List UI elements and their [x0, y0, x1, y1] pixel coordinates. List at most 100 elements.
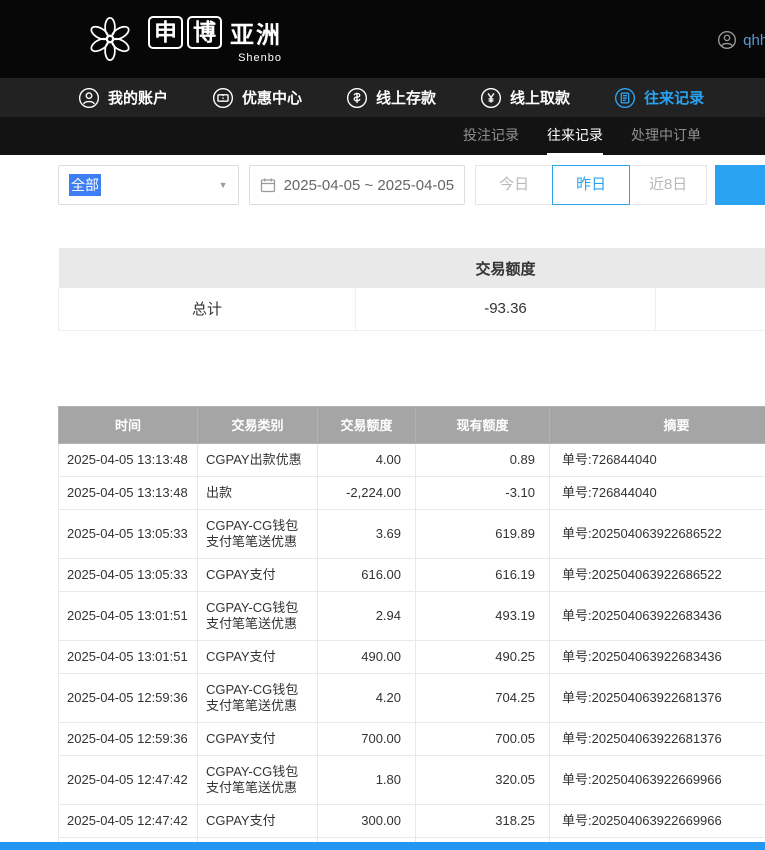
- table-cell: CGPAY出款优惠: [197, 442, 318, 477]
- table-row: 2025-04-05 13:01:51 CGPAY支付 490.00 490.25 单号…: [58, 639, 765, 674]
- table-cell: -3.10: [415, 475, 550, 510]
- type-select-value: 全部: [69, 174, 101, 196]
- table-cell: 单号:202504063922669966: [549, 754, 765, 805]
- nav-item-label: 我的账户: [108, 90, 169, 107]
- table-cell: 490.00: [317, 639, 416, 674]
- table-cell: 2025-04-05 12:59:36: [58, 721, 198, 756]
- table-cell: 2025-04-05 12:59:36: [58, 672, 198, 723]
- nav-item-my-account[interactable]: 我的账户: [78, 87, 168, 109]
- user-icon: [718, 31, 737, 49]
- table-cell: CGPAY-CG钱包支付笔笔送优惠: [197, 508, 318, 559]
- table-cell: 616.00: [317, 557, 416, 592]
- promotion-icon: [212, 87, 234, 108]
- table-row: 2025-04-05 13:05:33 CGPAY-CG钱包支付笔笔送优惠 3.69…: [58, 508, 765, 559]
- nav-item-deposit[interactable]: 线上存款: [346, 87, 436, 109]
- table-cell: 单号:202504063922669966: [549, 803, 765, 838]
- table-cell: 700.05: [415, 721, 550, 756]
- calendar-icon: [260, 178, 275, 193]
- nav-item-label: 优惠中心: [242, 90, 303, 107]
- top-header: 申 博 亚洲 Shenbo qhhw: [0, 0, 765, 78]
- table-cell: CGPAY-CG钱包支付笔笔送优惠: [197, 590, 318, 641]
- nav-item-promotions[interactable]: 优惠中心: [212, 87, 302, 109]
- type-select[interactable]: 全部 ▼: [58, 165, 239, 205]
- table-cell: 单号:202504063922681376: [549, 672, 765, 723]
- table-cell: 单号:202504063922683436: [549, 590, 765, 641]
- transactions-body: 2025-04-05 13:13:48 CGPAY出款优惠 4.00 0.89 单号:7…: [58, 442, 765, 850]
- table-cell: 2025-04-05 12:47:42: [58, 803, 198, 838]
- table-row: 2025-04-05 13:01:51 CGPAY-CG钱包支付笔笔送优惠 2.94…: [58, 590, 765, 641]
- table-row: 2025-04-05 12:59:36 CGPAY支付 700.00 700.05 单号…: [58, 721, 765, 756]
- summary-total-label: 总计: [58, 288, 356, 331]
- brand-logo[interactable]: 申 博 亚洲 Shenbo: [84, 13, 282, 65]
- table-cell: 2025-04-05 13:01:51: [58, 590, 198, 641]
- yesterday-button[interactable]: 昨日: [552, 165, 631, 205]
- user-account[interactable]: qhhw: [717, 30, 765, 50]
- withdraw-icon: [481, 87, 502, 108]
- content: 全部 ▼ 2025-04-05 ~ 2025-04-05 今日 昨日 近8日 交…: [0, 165, 765, 850]
- table-cell: 493.19: [415, 590, 550, 641]
- table-cell: 2025-04-05 13:13:48: [58, 475, 198, 510]
- brand-subtitle: Shenbo: [238, 51, 282, 64]
- table-cell: 616.19: [415, 557, 550, 592]
- brand-suffix: 亚洲: [230, 21, 282, 49]
- table-cell: 2025-04-05 13:01:51: [58, 639, 198, 674]
- summary-total-value: -93.36: [355, 288, 656, 331]
- quick-date-buttons: 今日 昨日 近8日: [475, 165, 708, 205]
- table-cell: 2025-04-05 12:47:42: [58, 754, 198, 805]
- nav-item-label: 线上取款: [510, 90, 571, 107]
- nav-item-label: 往来记录: [644, 90, 705, 107]
- today-button[interactable]: 今日: [475, 165, 554, 205]
- table-cell: -2,224.00: [317, 475, 416, 510]
- table-cell: 1.80: [317, 754, 416, 805]
- table-cell: 619.89: [415, 508, 550, 559]
- nav-item-records[interactable]: 往来记录: [614, 87, 704, 109]
- tab-transaction-records[interactable]: 往来记录: [547, 117, 603, 155]
- table-row: 2025-04-05 13:13:48 CGPAY出款优惠 4.00 0.89 单号:7…: [58, 442, 765, 477]
- tab-processing-orders[interactable]: 处理中订单: [631, 117, 701, 155]
- summary-header-spacer: [58, 248, 356, 288]
- table-cell: 4.00: [317, 442, 416, 477]
- header-time: 时间: [58, 405, 198, 444]
- header-balance: 现有额度: [415, 405, 550, 444]
- table-cell: 4.20: [317, 672, 416, 723]
- table-cell: CGPAY支付: [197, 721, 318, 756]
- table-cell: 300.00: [317, 803, 416, 838]
- search-button[interactable]: [715, 165, 765, 205]
- table-cell: 单号:202504063922686522: [549, 508, 765, 559]
- table-row: 2025-04-05 12:59:36 CGPAY-CG钱包支付笔笔送优惠 4.20…: [58, 672, 765, 723]
- table-cell: CGPAY支付: [197, 639, 318, 674]
- table-cell: CGPAY-CG钱包支付笔笔送优惠: [197, 754, 318, 805]
- last8days-button[interactable]: 近8日: [629, 165, 708, 205]
- date-range-value: 2025-04-05 ~ 2025-04-05: [283, 176, 455, 194]
- main-nav: 我的账户 优惠中心 线上存款 线上取款 往来记录: [0, 78, 765, 117]
- table-cell: 单号:202504063922686522: [549, 557, 765, 592]
- nav-item-withdraw[interactable]: 线上取款: [480, 87, 570, 109]
- table-cell: 单号:726844040: [549, 475, 765, 510]
- summary-header-amount: 交易额度: [355, 248, 656, 288]
- table-cell: 2025-04-05 13:13:48: [58, 442, 198, 477]
- bottom-accent-bar: [0, 842, 765, 850]
- nav-item-label: 线上存款: [376, 90, 437, 107]
- filter-bar: 全部 ▼ 2025-04-05 ~ 2025-04-05 今日 昨日 近8日: [58, 165, 765, 205]
- date-range-input[interactable]: 2025-04-05 ~ 2025-04-05: [248, 165, 466, 205]
- table-cell: 单号:202504063922681376: [549, 721, 765, 756]
- table-cell: CGPAY支付: [197, 557, 318, 592]
- brand-char-1: 申: [148, 15, 183, 49]
- table-cell: 出款: [197, 475, 318, 510]
- table-header-row: 时间 交易类别 交易额度 现有额度 摘要: [58, 405, 765, 444]
- table-cell: 2025-04-05 13:05:33: [58, 557, 198, 592]
- deposit-icon: [346, 87, 368, 108]
- table-row: 2025-04-05 13:13:48 出款 -2,224.00 -3.10 单号:72…: [58, 475, 765, 510]
- table-cell: 0.89: [415, 442, 550, 477]
- user-name: qhhw: [743, 31, 765, 49]
- header-summary: 摘要: [549, 405, 765, 444]
- table-cell: 单号:726844040: [549, 442, 765, 477]
- table-cell: 2025-04-05 13:05:33: [58, 508, 198, 559]
- header-type: 交易类别: [197, 405, 318, 444]
- table-cell: 490.25: [415, 639, 550, 674]
- table-cell: 单号:202504063922683436: [549, 639, 765, 674]
- table-row: 2025-04-05 12:47:42 CGPAY-CG钱包支付笔笔送优惠 1.80…: [58, 754, 765, 805]
- tab-betting-records[interactable]: 投注记录: [463, 117, 519, 155]
- flower-logo-icon: [90, 17, 130, 61]
- records-icon: [615, 87, 636, 108]
